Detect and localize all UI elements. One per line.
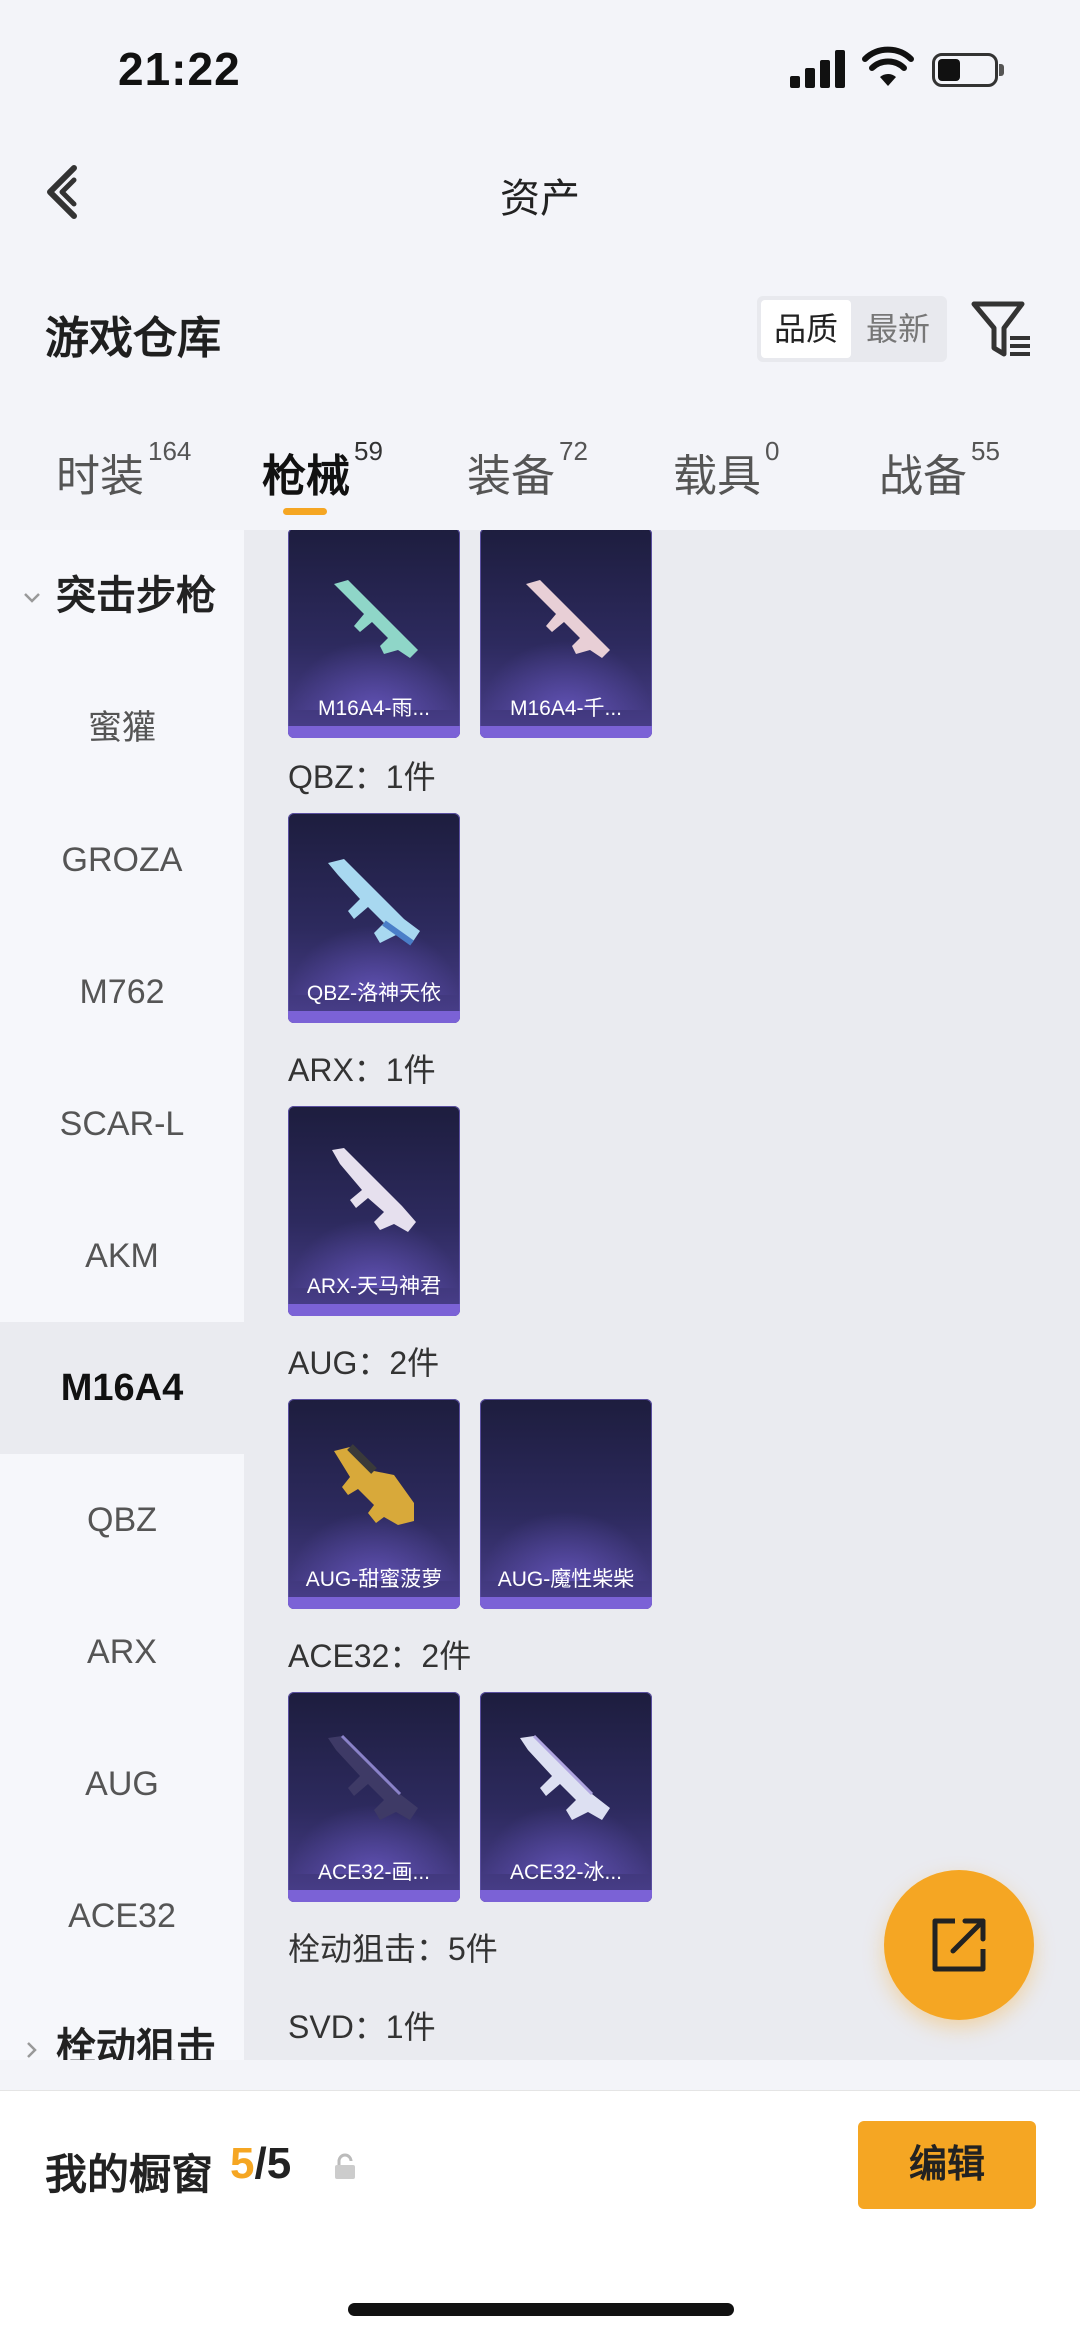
sidebar-item[interactable]: AUG [0,1718,244,1850]
showcase-count: 5/5 [230,2139,292,2188]
active-tab-indicator [283,508,327,515]
skin-name: M16A4-千... [509,697,623,720]
rifle-icon [334,580,418,658]
showcase-label: 我的橱窗 [45,2151,214,2198]
sidebar-item[interactable]: GROZA [0,794,244,926]
weapon-group-label: AUG：2件 [288,1345,440,1381]
chevron-down-icon [24,593,40,603]
sidebar-item[interactable]: ARX [0,1586,244,1718]
battery-icon [932,53,1004,87]
skin-card[interactable]: QBZ-洛神天依 [288,813,460,1023]
edit-button[interactable]: 编辑 [858,2121,1036,2209]
rifle-icon [520,1734,610,1820]
skin-card[interactable]: ARX-天马神君 [288,1106,460,1316]
skin-name: AUG-魔性柴柴 [497,1568,635,1591]
skin-name: ARX-天马神君 [306,1275,442,1298]
skin-name: ACE32-冰... [509,1861,623,1884]
page-title: 资产 [500,177,580,221]
skin-card[interactable]: M16A4-千... [480,530,652,738]
weapon-sidebar: 突击步枪 蜜獾 GROZA M762 SCAR-L AKM M16A4 QBZ … [0,530,244,2060]
category-tabs: 时装164 枪械59 装备72 载具0 战备55 [0,420,1080,530]
sidebar-item[interactable]: SCAR-L [0,1058,244,1190]
skin-card[interactable]: AUG-甜蜜菠萝 [288,1399,460,1609]
skin-name: AUG-甜蜜菠萝 [305,1568,443,1591]
wifi-icon [862,46,914,86]
tab-equipment[interactable]: 装备72 [467,436,588,510]
tab-fashion[interactable]: 时装164 [56,436,191,510]
sidebar-group-assault-rifle[interactable]: 突击步枪 [0,530,244,662]
skin-name: M16A4-雨... [317,697,431,720]
rifle-icon [526,580,610,658]
rifle-icon [334,1444,414,1525]
nav-bar: 资产 [0,130,1080,250]
rifle-icon [332,1148,416,1232]
tab-tactical[interactable]: 战备55 [879,436,1000,510]
tab-vehicles[interactable]: 载具0 [673,436,779,510]
weapon-category-label: 栓动狙击：5件 [288,1931,498,1967]
rifle-icon [328,1734,418,1820]
sidebar-item[interactable]: QBZ [0,1454,244,1586]
tab-guns[interactable]: 枪械59 [262,436,383,510]
sort-quality-button[interactable]: 品质 [761,300,851,358]
share-button[interactable] [884,1870,1034,2020]
weapon-group-label: QBZ：1件 [288,759,436,795]
rifle-icon [328,859,420,946]
sidebar-item[interactable]: M762 [0,926,244,1058]
skin-card[interactable]: M16A4-雨... [288,530,460,738]
share-icon [932,1918,986,1972]
skin-name: QBZ-洛神天依 [306,982,442,1005]
showcase-bar: 我的橱窗 5/5 编辑 [0,2090,1080,2337]
lock-icon [335,2153,355,2179]
weapon-group-label: SVD：1件 [288,2009,436,2045]
weapon-list: M16A4-雨... M16A4-千... QBZ：1件 QBZ-洛神天依 AR… [244,530,1080,2060]
home-indicator [348,2303,734,2316]
sidebar-item[interactable]: 蜜獾 [0,662,244,794]
sidebar-item[interactable]: ACE32 [0,1850,244,1982]
warehouse-title: 游戏仓库 [45,314,221,363]
skin-card[interactable]: AUG-魔性柴柴 [480,1399,652,1609]
status-bar: 21:22 [0,0,1080,130]
skin-card[interactable]: ACE32-画... [288,1692,460,1902]
sidebar-group-sniper[interactable]: 栓动狙击 [0,1982,244,2060]
filter-icon[interactable] [970,298,1034,362]
weapon-group-label: ACE32：2件 [288,1638,472,1674]
status-time: 21:22 [118,43,241,95]
sort-latest-button[interactable]: 最新 [853,300,943,358]
sidebar-item[interactable]: AKM [0,1190,244,1322]
weapon-group-label: ARX：1件 [288,1052,436,1088]
skin-name: ACE32-画... [317,1861,431,1884]
cellular-signal-icon [790,50,846,88]
chevron-right-icon [27,2042,37,2058]
sort-toggle: 品质 最新 [757,296,947,362]
sidebar-item-active[interactable]: M16A4 [0,1322,244,1454]
skin-card[interactable]: ACE32-冰... [480,1692,652,1902]
